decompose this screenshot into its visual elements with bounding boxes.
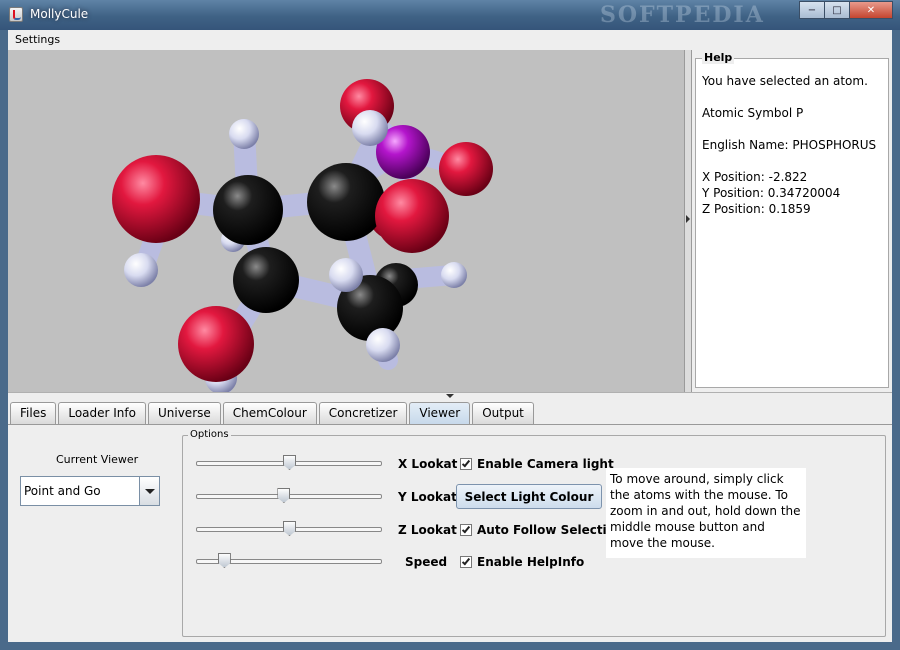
atom-oxygen — [439, 142, 493, 196]
auto-follow-selection-checkbox[interactable]: Auto Follow Selection — [460, 523, 623, 537]
app-window: MollyCule SOFTPEDIA − □ ✕ Settings Help … — [0, 0, 900, 650]
tab-strip: Files Loader Info Universe ChemColour Co… — [10, 402, 536, 425]
atom-hydrogen — [441, 262, 467, 288]
z-lookat-label: Z Lookat — [398, 523, 457, 537]
tab-universe[interactable]: Universe — [147, 402, 221, 424]
menu-bar: Settings — [8, 30, 892, 50]
window-title: MollyCule — [30, 7, 89, 21]
current-viewer-value: Point and Go — [24, 484, 101, 498]
atom-oxygen — [112, 155, 200, 243]
help-frame: Help You have selected an atom. Atomic S… — [695, 51, 889, 388]
checkbox-box[interactable] — [460, 556, 472, 568]
atom-oxygen — [375, 179, 449, 253]
current-viewer-label: Current Viewer — [56, 453, 139, 466]
help-x-position: X Position: -2.822 — [702, 170, 808, 184]
atoms[interactable] — [112, 79, 493, 392]
atom-hydrogen — [329, 258, 363, 292]
x-lookat-label: X Lookat — [398, 457, 458, 471]
tab-chemcolour[interactable]: ChemColour — [222, 402, 317, 424]
speed-slider[interactable] — [196, 553, 382, 569]
enable-helpinfo-label: Enable HelpInfo — [477, 555, 585, 569]
help-selected-text: You have selected an atom. — [702, 74, 868, 88]
y-lookat-slider[interactable] — [196, 488, 382, 504]
slider-thumb[interactable] — [277, 488, 291, 503]
atom-hydrogen — [366, 328, 400, 362]
y-lookat-label: Y Lookat — [398, 490, 457, 504]
x-lookat-slider[interactable] — [196, 455, 382, 471]
current-viewer-select[interactable]: Point and Go — [20, 476, 160, 506]
collapse-down-icon[interactable] — [446, 394, 454, 398]
title-bar[interactable]: MollyCule SOFTPEDIA − □ ✕ — [0, 0, 900, 30]
checkbox-box[interactable] — [460, 458, 472, 470]
help-atomic-symbol: Atomic Symbol P — [702, 106, 804, 120]
atom-carbon — [233, 247, 299, 313]
java-app-icon — [9, 7, 23, 22]
help-panel: Help You have selected an atom. Atomic S… — [692, 50, 892, 392]
tab-output[interactable]: Output — [472, 402, 534, 424]
menu-settings[interactable]: Settings — [15, 33, 60, 46]
help-y-position: Y Position: 0.34720004 — [702, 186, 841, 200]
molecule-render[interactable] — [8, 50, 684, 392]
options-group: Options X Lookat Y Lookat Z Lookat Speed — [182, 429, 886, 637]
chevron-down-icon[interactable] — [139, 477, 159, 505]
z-lookat-slider[interactable] — [196, 521, 382, 537]
vertical-split-handle[interactable] — [684, 50, 692, 392]
tab-files[interactable]: Files — [10, 402, 57, 424]
auto-follow-selection-label: Auto Follow Selection — [477, 523, 624, 537]
molecule-3d-viewport[interactable] — [8, 50, 684, 392]
tab-viewer[interactable]: Viewer — [409, 402, 471, 425]
client-area: Settings Help You have selected an atom.… — [8, 30, 892, 642]
slider-thumb[interactable] — [283, 521, 296, 536]
tab-concretizer[interactable]: Concretizer — [318, 402, 408, 424]
select-light-colour-button[interactable]: Select Light Colour — [456, 484, 602, 509]
atom-hydrogen — [124, 253, 158, 287]
help-legend: Help — [702, 51, 735, 64]
options-legend: Options — [188, 429, 231, 440]
atom-carbon — [213, 175, 283, 245]
softpedia-watermark: SOFTPEDIA — [600, 2, 765, 28]
atom-hydrogen — [352, 110, 388, 146]
minimize-button[interactable]: − — [799, 1, 825, 19]
enable-camera-light-checkbox[interactable]: Enable Camera light — [460, 457, 614, 471]
atom-carbon — [307, 163, 385, 241]
slider-thumb[interactable] — [283, 455, 296, 470]
speed-label: Speed — [405, 555, 448, 569]
close-button[interactable]: ✕ — [849, 1, 893, 19]
tab-loader-info[interactable]: Loader Info — [58, 402, 146, 424]
help-english-name: English Name: PHOSPHORUS — [702, 138, 877, 152]
horizontal-split-handle[interactable] — [8, 392, 892, 400]
slider-thumb[interactable] — [217, 553, 231, 568]
enable-camera-light-label: Enable Camera light — [477, 457, 614, 471]
help-z-position: Z Position: 0.1859 — [702, 202, 811, 216]
viewer-tab-panel: Current Viewer Point and Go Options X Lo… — [8, 424, 892, 642]
atom-oxygen — [178, 306, 254, 382]
enable-helpinfo-checkbox[interactable]: Enable HelpInfo — [460, 555, 584, 569]
checkbox-box[interactable] — [460, 524, 472, 536]
maximize-button[interactable]: □ — [824, 1, 850, 19]
atom-hydrogen — [229, 119, 259, 149]
navigation-hint: To move around, simply click the atoms w… — [606, 468, 806, 558]
collapse-arrow-icon[interactable] — [686, 215, 690, 223]
